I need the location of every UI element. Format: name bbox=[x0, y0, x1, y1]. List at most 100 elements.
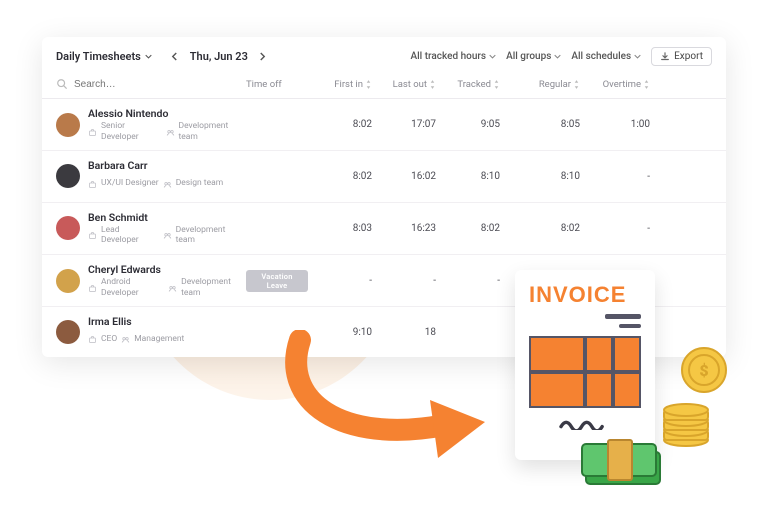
person-cell: Ben Schmidt Lead Developer Development t… bbox=[56, 211, 246, 246]
filter-schedules[interactable]: All schedules bbox=[571, 51, 641, 62]
avatar bbox=[56, 269, 80, 293]
col-tracked[interactable]: Tracked bbox=[436, 79, 500, 90]
caret-down-icon bbox=[554, 54, 561, 59]
filter-schedules-label: All schedules bbox=[571, 51, 631, 62]
view-mode-select[interactable]: Daily Timesheets bbox=[56, 50, 152, 63]
cell-lastout: 16:23 bbox=[372, 223, 436, 234]
person-cell: Alessio Nintendo Senior Developer Develo… bbox=[56, 107, 246, 142]
team-icon bbox=[168, 278, 177, 298]
filter-groups-label: All groups bbox=[506, 51, 551, 62]
cell-firstin: 8:02 bbox=[308, 171, 372, 182]
team-icon bbox=[163, 225, 172, 245]
date-nav: Thu, Jun 23 bbox=[168, 50, 270, 64]
person-cell: Irma Ellis CEO Management bbox=[56, 315, 246, 349]
caret-down-icon bbox=[634, 54, 641, 59]
person-info: Barbara Carr UX/UI Designer Design team bbox=[88, 159, 223, 193]
arrow-illustration bbox=[260, 330, 500, 470]
cell-lastout: - bbox=[372, 275, 436, 286]
prev-day-button[interactable] bbox=[168, 50, 182, 64]
person-team: Development team bbox=[176, 225, 246, 246]
team-icon bbox=[163, 174, 172, 194]
person-name: Alessio Nintendo bbox=[88, 107, 246, 120]
table-header: Time off First in Last out Tracked Regul… bbox=[42, 72, 726, 99]
team-icon bbox=[121, 329, 130, 349]
cell-regular: 8:05 bbox=[500, 119, 580, 130]
col-regular[interactable]: Regular bbox=[500, 79, 580, 90]
person-name: Barbara Carr bbox=[88, 159, 223, 172]
invoice-line bbox=[619, 324, 641, 328]
team-icon bbox=[166, 122, 175, 142]
table-row[interactable]: Barbara Carr UX/UI Designer Design team … bbox=[42, 151, 726, 202]
person-role: UX/UI Designer bbox=[101, 178, 159, 189]
toolbar-left: Daily Timesheets Thu, Jun 23 bbox=[56, 50, 270, 64]
briefcase-icon bbox=[88, 278, 97, 298]
export-label: Export bbox=[674, 51, 703, 62]
person-role: Lead Developer bbox=[101, 225, 159, 246]
timeoff-badge: Vacation Leave bbox=[246, 270, 308, 292]
person-role: CEO bbox=[101, 334, 117, 345]
person-info: Alessio Nintendo Senior Developer Develo… bbox=[88, 107, 246, 142]
cell-regular: 8:02 bbox=[500, 223, 580, 234]
cash-illustration: $ bbox=[580, 430, 670, 490]
svg-text:$: $ bbox=[699, 361, 708, 380]
person-meta: Senior Developer Development team bbox=[88, 121, 246, 142]
view-mode-label: Daily Timesheets bbox=[56, 50, 141, 63]
person-cell: Cheryl Edwards Android Developer Develop… bbox=[56, 263, 246, 298]
caret-down-icon bbox=[145, 54, 152, 59]
cell-overtime: 1:00 bbox=[580, 119, 650, 130]
cell-timeoff: Vacation Leave bbox=[246, 270, 308, 292]
sort-icon bbox=[573, 80, 580, 89]
avatar bbox=[56, 164, 80, 188]
export-button[interactable]: Export bbox=[651, 47, 712, 66]
cell-regular: 8:10 bbox=[500, 171, 580, 182]
briefcase-icon bbox=[88, 329, 97, 349]
caret-down-icon bbox=[489, 54, 496, 59]
filter-groups[interactable]: All groups bbox=[506, 51, 561, 62]
cell-firstin: 8:02 bbox=[308, 119, 372, 130]
toolbar: Daily Timesheets Thu, Jun 23 All tracked… bbox=[42, 37, 726, 72]
cell-overtime: - bbox=[580, 223, 650, 234]
person-meta: Android Developer Development team bbox=[88, 277, 246, 298]
table-row[interactable]: Alessio Nintendo Senior Developer Develo… bbox=[42, 99, 726, 151]
col-firstin[interactable]: First in bbox=[308, 79, 372, 90]
sort-icon bbox=[429, 80, 436, 89]
current-date-label: Thu, Jun 23 bbox=[190, 50, 248, 63]
person-meta: UX/UI Designer Design team bbox=[88, 174, 223, 194]
invoice-line bbox=[605, 314, 641, 319]
person-meta: CEO Management bbox=[88, 329, 184, 349]
cell-lastout: 17:07 bbox=[372, 119, 436, 130]
person-name: Cheryl Edwards bbox=[88, 263, 246, 276]
col-timeoff[interactable]: Time off bbox=[246, 79, 308, 90]
cell-tracked: - bbox=[436, 275, 500, 286]
table-row[interactable]: Ben Schmidt Lead Developer Development t… bbox=[42, 203, 726, 255]
cell-lastout: 16:02 bbox=[372, 171, 436, 182]
person-team: Design team bbox=[176, 178, 223, 189]
avatar bbox=[56, 320, 80, 344]
person-role: Android Developer bbox=[101, 277, 164, 298]
avatar bbox=[56, 113, 80, 137]
cell-tracked: 8:10 bbox=[436, 171, 500, 182]
signature-squiggle bbox=[529, 418, 641, 430]
invoice-grid bbox=[529, 336, 641, 408]
sort-icon bbox=[365, 80, 372, 89]
person-role: Senior Developer bbox=[101, 121, 162, 142]
briefcase-icon bbox=[88, 122, 97, 142]
filter-hours-label: All tracked hours bbox=[410, 51, 486, 62]
sort-icon bbox=[493, 80, 500, 89]
sort-icon bbox=[643, 80, 650, 89]
next-day-button[interactable] bbox=[256, 50, 270, 64]
col-lastout[interactable]: Last out bbox=[372, 79, 436, 90]
invoice-title: INVOICE bbox=[529, 282, 641, 308]
cell-firstin: - bbox=[308, 275, 372, 286]
person-info: Cheryl Edwards Android Developer Develop… bbox=[88, 263, 246, 298]
cell-overtime: - bbox=[580, 171, 650, 182]
avatar bbox=[56, 216, 80, 240]
filter-hours[interactable]: All tracked hours bbox=[410, 51, 496, 62]
person-info: Irma Ellis CEO Management bbox=[88, 315, 184, 349]
chevron-left-icon bbox=[171, 52, 178, 61]
briefcase-icon bbox=[88, 225, 97, 245]
col-overtime[interactable]: Overtime bbox=[580, 79, 650, 90]
cell-firstin: 8:03 bbox=[308, 223, 372, 234]
search-input[interactable] bbox=[74, 79, 194, 90]
chevron-right-icon bbox=[259, 52, 266, 61]
